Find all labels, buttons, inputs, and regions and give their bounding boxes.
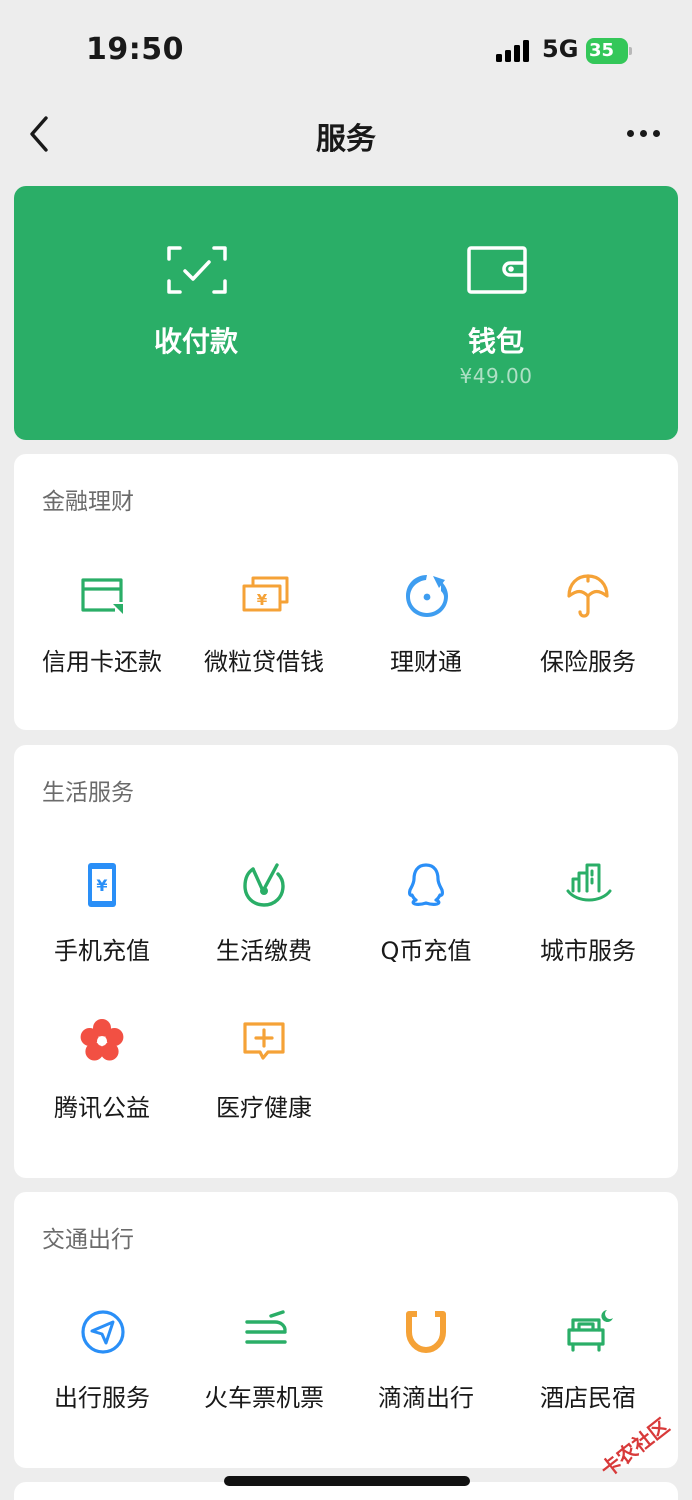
battery-icon: 35 [586, 38, 632, 64]
service-label: 微粒贷借钱 [204, 648, 324, 676]
wallet-label: 钱包 [467, 325, 524, 358]
svg-text:¥: ¥ [257, 591, 268, 609]
hotel-bed-icon [567, 1310, 613, 1352]
wallet-balance: ¥49.00 [459, 364, 533, 388]
service-tencent-charity[interactable]: 腾讯公益 [19, 1018, 185, 1138]
service-label: 生活缴费 [216, 937, 312, 965]
wallet-button[interactable]: 钱包 ¥49.00 [330, 186, 662, 440]
train-plane-icon [245, 1310, 287, 1344]
section-finance: 金融理财 信用卡还款 ¥ 微粒贷借钱 理财通 保险服务 [14, 454, 678, 730]
status-time: 19:50 [86, 32, 184, 67]
nav-bar: 服务 [0, 100, 692, 170]
page-title: 服务 [316, 122, 376, 157]
insurance-umbrella-icon [567, 574, 609, 618]
section-title: 交通出行 [42, 1227, 134, 1253]
phone-yuan-icon: ¥ [88, 863, 116, 907]
service-phone-topup[interactable]: ¥ 手机充值 [19, 861, 185, 981]
service-utilities[interactable]: 生活缴费 [181, 861, 347, 981]
scan-check-icon [167, 246, 227, 294]
navigation-arrow-icon [81, 1310, 125, 1354]
wallet-icon [467, 246, 527, 294]
service-label: 城市服务 [540, 937, 636, 965]
home-indicator[interactable] [224, 1476, 470, 1486]
service-credit-card-repay[interactable]: 信用卡还款 [19, 572, 185, 692]
service-travel[interactable]: 出行服务 [19, 1308, 185, 1428]
loan-bill-icon: ¥ [242, 576, 289, 612]
qq-penguin-icon [408, 863, 444, 907]
service-label: 酒店民宿 [540, 1384, 636, 1412]
service-label: 腾讯公益 [54, 1094, 150, 1122]
svg-text:¥: ¥ [96, 876, 107, 895]
signal-icon [496, 40, 532, 62]
battery-level: 35 [586, 38, 628, 64]
service-licaitong[interactable]: 理财通 [343, 572, 509, 692]
service-label: 理财通 [390, 648, 462, 676]
pay-label: 收付款 [153, 325, 238, 358]
service-qcoin-topup[interactable]: Q币充值 [343, 861, 509, 981]
flower-icon [80, 1019, 124, 1061]
service-label: 手机充值 [54, 937, 150, 965]
section-title: 金融理财 [42, 489, 134, 515]
service-weilidai[interactable]: ¥ 微粒贷借钱 [181, 572, 347, 692]
wallet-card: 收付款 钱包 ¥49.00 [14, 186, 678, 440]
service-hotel[interactable]: 酒店民宿 [505, 1308, 671, 1428]
service-label: 火车票机票 [204, 1384, 324, 1412]
service-train-plane[interactable]: 火车票机票 [181, 1308, 347, 1428]
service-label: 信用卡还款 [42, 648, 162, 676]
city-building-icon [566, 863, 612, 902]
didi-icon [406, 1311, 446, 1353]
service-label: Q币充值 [380, 937, 472, 965]
service-label: 滴滴出行 [378, 1384, 474, 1412]
check-circle-icon [243, 863, 285, 907]
network-type: 5G [542, 35, 579, 63]
service-city[interactable]: 城市服务 [505, 861, 671, 981]
service-medical[interactable]: 医疗健康 [181, 1018, 347, 1138]
pay-receive-button[interactable]: 收付款 [30, 186, 362, 440]
service-label: 医疗健康 [216, 1094, 312, 1122]
licaitong-icon [406, 575, 448, 617]
service-insurance[interactable]: 保险服务 [505, 572, 671, 692]
medical-cross-icon [243, 1022, 285, 1060]
section-title: 生活服务 [42, 780, 134, 806]
service-label: 保险服务 [540, 648, 636, 676]
status-bar: 19:50 5G 35 [0, 0, 692, 100]
section-life: 生活服务 ¥ 手机充值 生活缴费 Q币充值 城市服务 腾讯公益 医疗健康 [14, 745, 678, 1178]
more-dots-icon[interactable] [620, 126, 666, 142]
service-label: 出行服务 [54, 1384, 150, 1412]
service-didi[interactable]: 滴滴出行 [343, 1308, 509, 1428]
section-transport: 交通出行 出行服务 火车票机票 滴滴出行 酒店民宿 [14, 1192, 678, 1468]
credit-card-icon [81, 578, 123, 614]
